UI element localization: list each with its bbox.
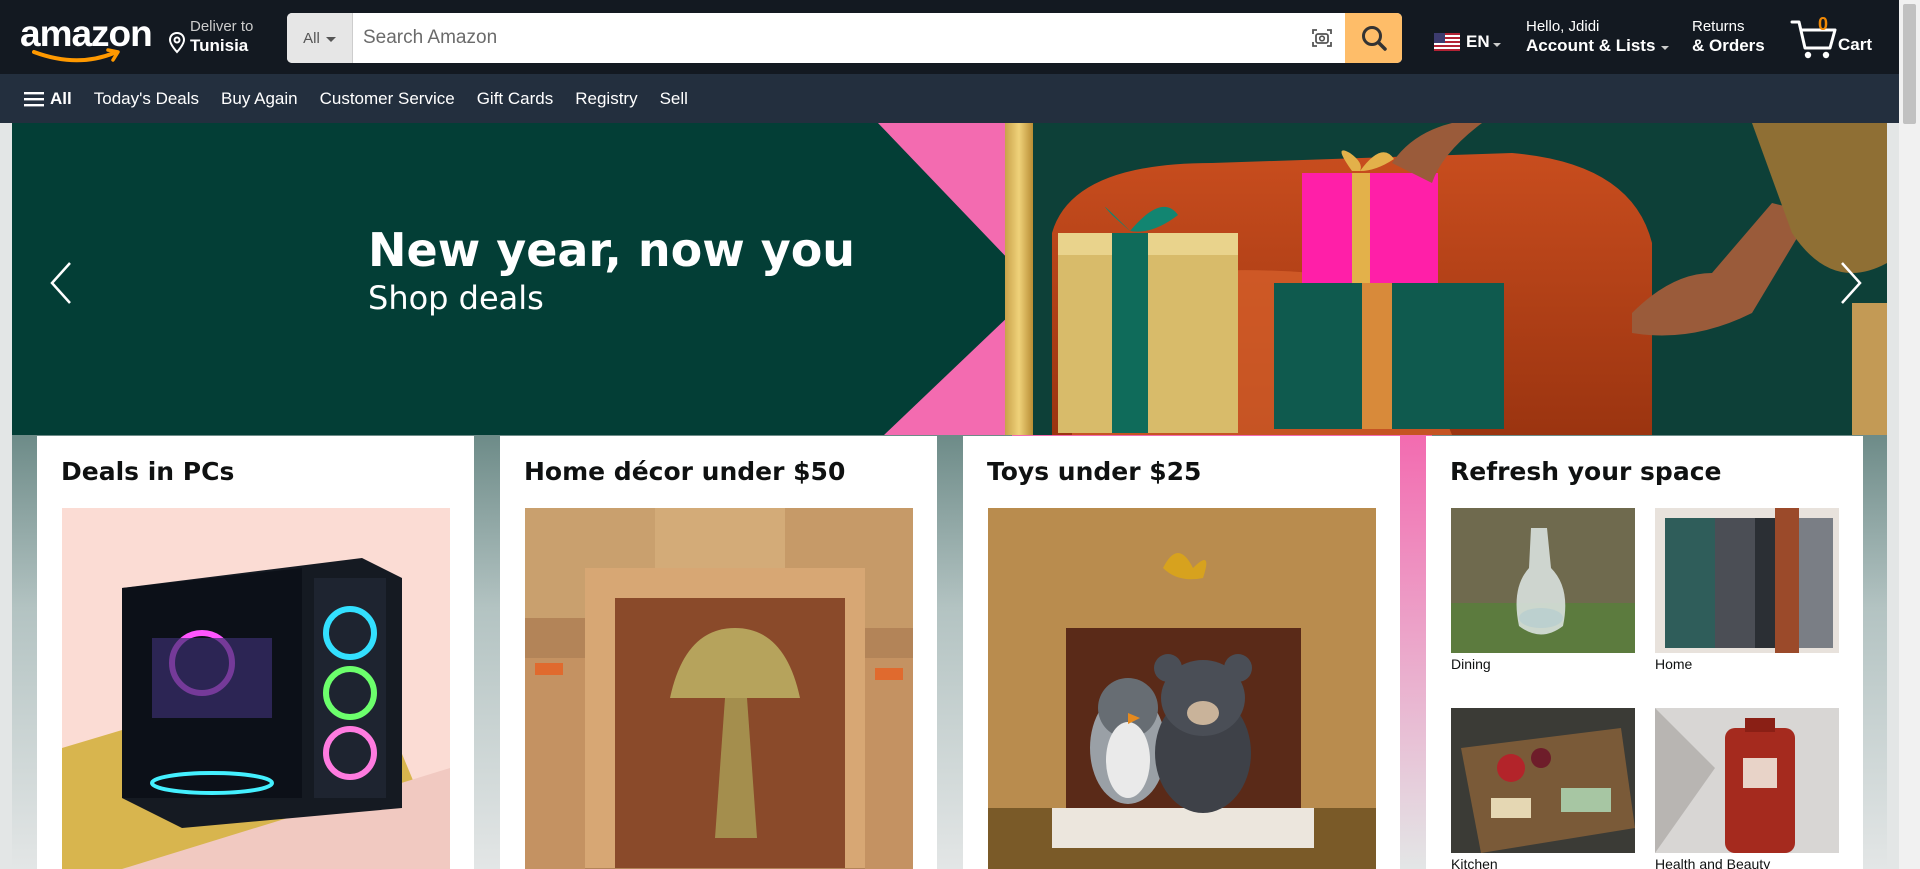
cart-button[interactable]: 0 Cart <box>1790 12 1880 62</box>
us-flag-icon <box>1434 33 1460 51</box>
home-decor-lamp-image[interactable] <box>525 508 913 869</box>
carousel-next-arrow-icon[interactable] <box>1830 253 1870 313</box>
amazon-logo[interactable]: amazon <box>20 14 153 63</box>
search-category-dropdown[interactable]: All <box>287 13 353 63</box>
card-deals-in-pcs[interactable]: Deals in PCs <box>37 436 474 869</box>
card-toys-under-25[interactable]: Toys under $25 <box>963 436 1400 869</box>
tile-dining[interactable]: Dining <box>1451 508 1635 672</box>
search-input[interactable] <box>353 13 1299 63</box>
card-refresh-your-space[interactable]: Refresh your space Dining Home Kitchen H… <box>1426 436 1863 869</box>
plush-toys-image[interactable] <box>988 508 1376 869</box>
kitchen-image[interactable] <box>1451 708 1635 853</box>
cart-icon <box>1790 20 1837 59</box>
health-beauty-image[interactable] <box>1655 708 1839 853</box>
card-title[interactable]: Refresh your space <box>1450 456 1839 488</box>
cart-label: Cart <box>1838 35 1873 54</box>
returns-label: Returns <box>1692 18 1745 35</box>
home-image[interactable] <box>1655 508 1839 653</box>
pc-tower-image[interactable] <box>62 508 450 869</box>
search-submit-button[interactable] <box>1345 13 1402 63</box>
carousel-previous-arrow-icon[interactable] <box>42 253 82 313</box>
card-title[interactable]: Deals in PCs <box>61 456 450 488</box>
account-and-lists-menu[interactable]: Hello, Jdidi Account & Lists <box>1526 18 1670 56</box>
deliver-to-location[interactable]: Deliver to Tunisia <box>168 18 253 56</box>
nav-link-customer-service[interactable]: Customer Service <box>320 89 455 109</box>
secondary-navigation-bar: All Today's Deals Buy Again Customer Ser… <box>0 74 1899 123</box>
language-code: EN <box>1466 32 1490 51</box>
deliver-to-label: Deliver to <box>190 18 254 35</box>
nav-link-todays-deals[interactable]: Today's Deals <box>94 89 199 109</box>
tile-health-and-beauty[interactable]: Health and Beauty <box>1655 708 1839 869</box>
dining-image[interactable] <box>1451 508 1635 653</box>
tile-label[interactable]: Kitchen <box>1451 856 1635 869</box>
cart-count: 0 <box>1818 14 1829 34</box>
chevron-down-icon <box>1661 46 1670 50</box>
language-selector[interactable]: EN <box>1434 32 1501 52</box>
deliver-to-location-name: Tunisia <box>190 36 249 55</box>
location-pin-icon <box>168 32 186 54</box>
search-icon <box>1361 26 1387 51</box>
tile-home[interactable]: Home <box>1655 508 1839 672</box>
smile-arrow-icon <box>32 48 120 63</box>
tile-label[interactable]: Health and Beauty <box>1655 856 1839 869</box>
hamburger-menu-icon <box>24 91 44 106</box>
returns-and-orders-link[interactable]: Returns & Orders <box>1692 18 1765 56</box>
tile-label[interactable]: Home <box>1655 656 1839 672</box>
nav-link-buy-again[interactable]: Buy Again <box>221 89 298 109</box>
search-category-label: All <box>303 29 320 47</box>
account-greeting: Hello, Jdidi <box>1526 18 1600 35</box>
hero-subtitle[interactable]: Shop deals <box>368 279 544 317</box>
orders-label: & Orders <box>1692 36 1765 55</box>
card-title[interactable]: Home décor under $50 <box>524 456 913 488</box>
page-scrollbar[interactable] <box>1899 0 1920 869</box>
card-home-decor-under-50[interactable]: Home décor under $50 <box>500 436 937 869</box>
visual-search-camera-icon[interactable] <box>1299 13 1345 63</box>
chevron-down-icon <box>1492 43 1501 47</box>
nav-link-registry[interactable]: Registry <box>575 89 637 109</box>
search-bar: All <box>287 13 1402 63</box>
tile-kitchen[interactable]: Kitchen <box>1451 708 1635 869</box>
all-menu-label: All <box>50 88 72 108</box>
tile-label[interactable]: Dining <box>1451 656 1635 672</box>
nav-link-gift-cards[interactable]: Gift Cards <box>477 89 554 109</box>
top-navigation-bar: amazon Deliver to Tunisia All Search Ama… <box>0 0 1899 74</box>
account-label: Account & Lists <box>1526 36 1656 55</box>
nav-link-sell[interactable]: Sell <box>660 89 688 109</box>
hero-title[interactable]: New year, now you <box>368 223 855 277</box>
chevron-down-icon <box>325 36 336 42</box>
all-menu-button[interactable]: All <box>24 89 72 109</box>
card-title[interactable]: Toys under $25 <box>987 456 1376 488</box>
amazon-home-page: amazon Deliver to Tunisia All Search Ama… <box>0 0 1920 869</box>
scrollbar-thumb[interactable] <box>1903 4 1916 124</box>
